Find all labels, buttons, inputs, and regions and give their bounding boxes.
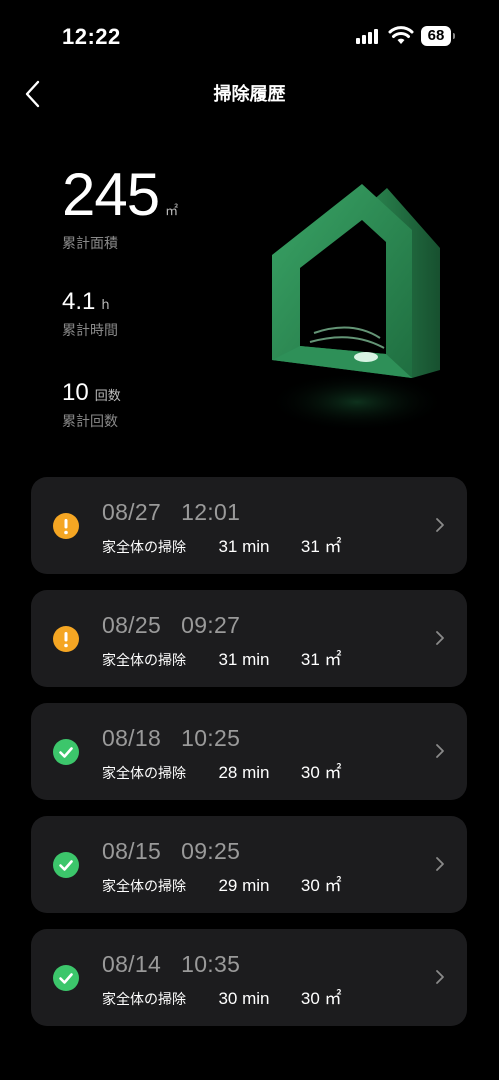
status-bar: 12:22 68: [0, 0, 499, 72]
warning-icon: [53, 626, 79, 652]
house-illustration: [267, 184, 447, 432]
history-details: 家全体の掃除 30 min 30 ㎡: [102, 984, 342, 1009]
history-duration: 30 min: [218, 989, 270, 1008]
history-details: 家全体の掃除 28 min 30 ㎡: [102, 758, 342, 783]
history-item[interactable]: 08/27 12:01 家全体の掃除 31 min 31 ㎡: [31, 477, 467, 574]
warning-icon: [53, 513, 79, 539]
history-mode: 家全体の掃除: [102, 540, 186, 556]
chevron-right-icon: [436, 970, 444, 984]
history-item[interactable]: 08/14 10:35 家全体の掃除 30 min 30 ㎡: [31, 929, 467, 1026]
history-date: 08/15 09:25: [102, 838, 241, 864]
history-date: 08/18 10:25: [102, 725, 241, 751]
history-item[interactable]: 08/18 10:25 家全体の掃除 28 min 30 ㎡: [31, 703, 467, 800]
stat-area-unit: ㎡: [165, 204, 179, 219]
stat-count-unit: 回数: [94, 389, 121, 404]
history-item[interactable]: 08/15 09:25 家全体の掃除 29 min 30 ㎡: [31, 816, 467, 913]
stat-area-label: 累計面積: [62, 236, 118, 252]
history-area: 31 ㎡: [300, 537, 342, 556]
history-mode: 家全体の掃除: [102, 879, 186, 895]
stat-time-value: 4.1: [62, 288, 96, 315]
history-date: 08/14 10:35: [102, 951, 241, 977]
stat-count-label: 累計回数: [62, 414, 118, 430]
stat-area-value: 245: [62, 161, 160, 228]
wifi-icon: [388, 26, 414, 44]
history-item[interactable]: 08/25 09:27 家全体の掃除 31 min 31 ㎡: [31, 590, 467, 687]
stat-total-time: 4.1 h 累計時間: [62, 288, 118, 340]
history-mode: 家全体の掃除: [102, 766, 186, 782]
history-area: 30 ㎡: [300, 763, 342, 782]
history-area: 31 ㎡: [300, 650, 342, 669]
history-duration: 31 min: [218, 650, 270, 669]
history-date: 08/25 09:27: [102, 612, 241, 638]
stat-count-value: 10: [62, 379, 89, 406]
chevron-right-icon: [436, 857, 444, 871]
stat-total-count: 10 回数 累計回数: [62, 379, 121, 431]
cellular-signal-icon: [356, 28, 382, 44]
history-duration: 29 min: [218, 876, 270, 895]
history-list: 08/27 12:01 家全体の掃除 31 min 31 ㎡ 08/25 09:…: [31, 477, 467, 1042]
history-details: 家全体の掃除 31 min 31 ㎡: [102, 532, 342, 557]
chevron-right-icon: [436, 744, 444, 758]
header: 掃除履歴: [0, 72, 499, 116]
history-date: 08/27 12:01: [102, 499, 241, 525]
history-area: 30 ㎡: [300, 989, 342, 1008]
chevron-right-icon: [436, 631, 444, 645]
check-circle-icon: [53, 739, 79, 765]
stat-time-unit: h: [101, 298, 110, 313]
page-title: 掃除履歴: [213, 84, 286, 105]
history-details: 家全体の掃除 31 min 31 ㎡: [102, 645, 342, 670]
battery-icon: 68: [421, 26, 455, 46]
check-circle-icon: [53, 965, 79, 991]
check-circle-icon: [53, 852, 79, 878]
history-mode: 家全体の掃除: [102, 653, 186, 669]
stat-time-label: 累計時間: [62, 323, 118, 339]
history-duration: 28 min: [218, 763, 270, 782]
stat-total-area: 245 ㎡ 累計面積: [62, 160, 178, 253]
history-mode: 家全体の掃除: [102, 992, 186, 1008]
history-duration: 31 min: [218, 537, 270, 556]
chevron-right-icon: [436, 518, 444, 532]
status-time: 12:22: [62, 24, 121, 49]
history-details: 家全体の掃除 29 min 30 ㎡: [102, 871, 342, 896]
history-area: 30 ㎡: [300, 876, 342, 895]
